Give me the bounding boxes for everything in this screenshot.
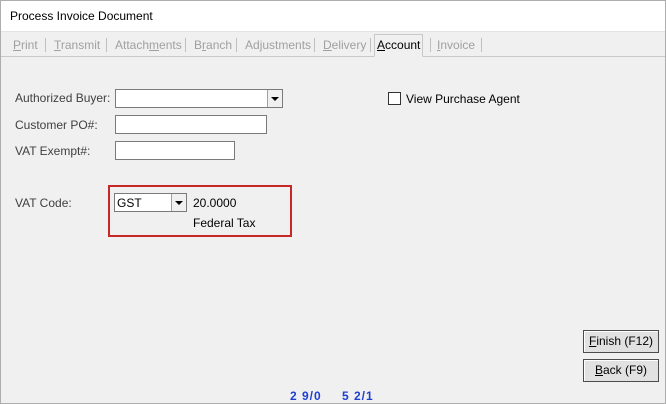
tab-label-post: rint [21, 38, 38, 52]
vat-rate-value: 20.0000 [193, 196, 237, 210]
tab-label-post: elivery [331, 38, 367, 52]
tab-label-post: ents [159, 38, 182, 52]
finish-label-post: inish (F12) [596, 334, 654, 348]
tab-label-mnemonic: m [149, 38, 160, 52]
authorized-buyer-dropdown-button[interactable] [267, 90, 282, 107]
vat-exempt-label: VAT Exempt#: [15, 144, 91, 158]
tab-label-mnemonic: A [377, 38, 386, 52]
view-purchase-agent-checkbox[interactable] [388, 92, 401, 105]
tab-account[interactable]: Account [374, 34, 424, 57]
status-right: 5 2/1 [342, 389, 374, 403]
customer-po-input[interactable] [115, 115, 267, 134]
tab-separator [185, 38, 186, 52]
tab-label-pre: Ad [245, 38, 260, 52]
vat-code-dropdown-button[interactable] [171, 194, 186, 211]
tab-adjustments: Adjustments [245, 38, 311, 52]
window-title: Process Invoice Document [10, 9, 153, 23]
tab-delivery: Delivery [323, 38, 366, 52]
tab-transmit: Transmit [54, 38, 100, 52]
tab-label-post: nvoice [440, 38, 476, 52]
vat-code-value: GST [117, 196, 142, 210]
customer-po-label: Customer PO#: [15, 118, 98, 132]
vat-description: Federal Tax [193, 216, 256, 230]
vat-code-label: VAT Code: [15, 196, 72, 210]
vat-exempt-input[interactable] [115, 141, 235, 160]
tab-separator [45, 38, 46, 52]
tab-label-post: anch [206, 38, 233, 52]
tab-invoice: Invoice [437, 38, 475, 52]
finish-button[interactable]: Finish (F12) [583, 330, 659, 353]
authorized-buyer-label: Authorized Buyer: [15, 91, 111, 105]
tab-label-post: ransmit [60, 38, 101, 52]
tab-label-pre: B [194, 38, 203, 52]
tab-attachments: Attachments [115, 38, 182, 52]
tab-label-mnemonic: D [323, 38, 332, 52]
tab-separator [481, 38, 482, 52]
tab-strip: Print Transmit Attachments Branch Adjust… [1, 34, 665, 57]
tab-label-pre: Attach [115, 38, 150, 52]
status-left: 2 9/0 [290, 389, 322, 403]
tab-label-post: ustments [262, 38, 312, 52]
tab-separator [314, 38, 315, 52]
title-bar: Process Invoice Document [1, 1, 665, 32]
tab-separator [236, 38, 237, 52]
tab-separator [430, 38, 431, 52]
tab-label-mnemonic: P [13, 38, 22, 52]
back-label-mnemonic: B [594, 363, 603, 377]
back-button[interactable]: Back (F9) [583, 359, 659, 382]
tab-print: Print [13, 38, 38, 52]
process-invoice-window: Process Invoice Document Print Transmit … [0, 0, 666, 404]
vat-code-combobox[interactable]: GST [114, 193, 187, 212]
view-purchase-agent-label: View Purchase Agent [406, 92, 520, 106]
tab-label-mnemonic: T [54, 38, 61, 52]
tab-label-post: ccount [385, 38, 421, 52]
tab-separator [106, 38, 107, 52]
tab-branch: Branch [194, 38, 232, 52]
back-label-post: ack (F9) [603, 363, 648, 377]
tab-separator [370, 38, 371, 52]
authorized-buyer-combobox[interactable] [115, 89, 283, 108]
